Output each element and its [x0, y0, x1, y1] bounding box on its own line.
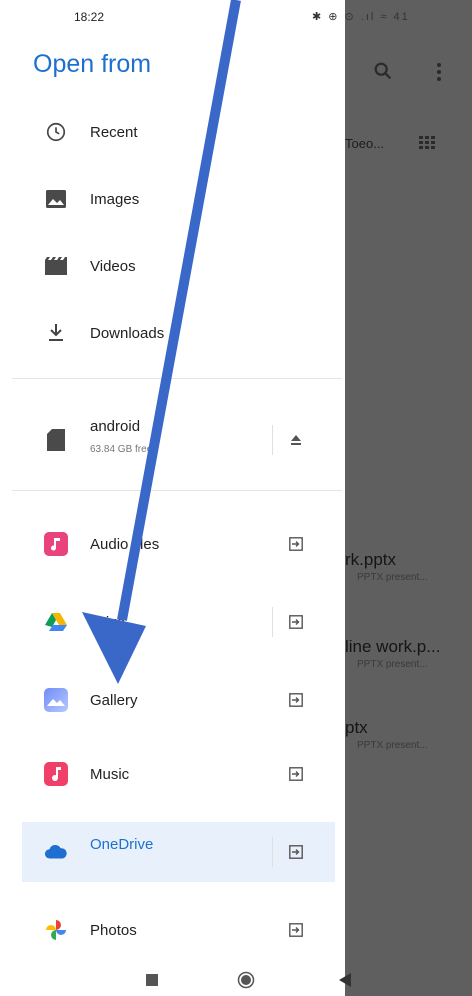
file-name: line work.p...	[345, 637, 441, 656]
file-type: PPTX present...	[357, 659, 428, 670]
file-item[interactable]: rk.pptx PPTX present...	[345, 550, 472, 583]
drawer-title: Open from	[33, 50, 152, 78]
open-app-icon[interactable]	[284, 610, 308, 634]
file-type: PPTX present...	[357, 740, 428, 751]
drawer-item-drive[interactable]: Drive	[22, 594, 335, 650]
open-app-icon[interactable]	[284, 532, 308, 556]
file-item[interactable]: line work.p... PPTX present...	[345, 637, 472, 670]
drawer-item-label: OneDrive	[90, 836, 154, 853]
recents-button[interactable]	[142, 970, 162, 990]
open-app-icon[interactable]	[284, 762, 308, 786]
open-app-icon[interactable]	[284, 918, 308, 942]
drawer-item-downloads[interactable]: Downloads	[22, 305, 335, 361]
photos-icon	[44, 918, 68, 942]
drawer-item-android-storage[interactable]: android 63.84 GB free	[22, 408, 335, 472]
navigation-bar	[0, 964, 345, 996]
status-icons: ✱ ⊕ ⊙ .ıl ≈ 41	[312, 11, 410, 23]
grid-view-icon[interactable]	[419, 136, 435, 150]
storage-free-label: 63.84 GB free	[90, 444, 153, 455]
separator	[272, 425, 273, 455]
download-icon	[44, 321, 68, 345]
onedrive-icon	[44, 840, 68, 864]
drawer-item-label: android	[90, 418, 141, 435]
drawer-item-photos[interactable]: Photos	[22, 902, 335, 958]
clock-icon	[44, 120, 68, 144]
separator	[272, 837, 273, 867]
drawer-item-label: Drive	[90, 613, 126, 631]
open-from-drawer: 18:22 Open from Recent Images Videos Dow…	[0, 0, 345, 964]
drawer-item-label: Music	[90, 765, 130, 783]
drawer-item-music[interactable]: Music	[22, 746, 335, 802]
status-time: 18:22	[74, 10, 105, 24]
drive-icon	[44, 610, 68, 634]
video-icon	[44, 254, 68, 278]
drawer-item-label: Images	[90, 190, 140, 208]
drawer-divider	[12, 490, 342, 491]
drawer-item-label: Photos	[90, 921, 137, 939]
file-item[interactable]: ptx PPTX present...	[345, 718, 472, 751]
file-name: ptx	[345, 718, 368, 737]
drawer-item-audio-files[interactable]: Audio files	[22, 516, 335, 572]
drawer-item-label: Videos	[90, 257, 136, 275]
file-type: PPTX present...	[357, 572, 428, 583]
eject-icon[interactable]	[284, 428, 308, 452]
open-app-icon[interactable]	[284, 688, 308, 712]
home-button[interactable]	[236, 970, 256, 990]
music-icon	[44, 762, 68, 786]
drawer-item-images[interactable]: Images	[22, 171, 335, 227]
image-icon	[44, 187, 68, 211]
sort-label[interactable]: Toeo...	[345, 136, 384, 151]
nav-bar-dimmed	[339, 964, 472, 996]
gallery-icon	[44, 688, 68, 712]
separator	[272, 607, 273, 637]
drawer-item-label: Audio files	[90, 535, 160, 553]
back-button[interactable]	[335, 970, 355, 990]
search-icon[interactable]	[372, 60, 394, 82]
drawer-divider	[12, 378, 342, 379]
drawer-item-onedrive[interactable]: OneDrive	[22, 822, 335, 882]
drawer-item-videos[interactable]: Videos	[22, 238, 335, 294]
drawer-item-gallery[interactable]: Gallery	[22, 672, 335, 728]
sd-card-icon	[44, 428, 68, 452]
drawer-item-label: Recent	[90, 123, 138, 141]
open-app-icon[interactable]	[284, 840, 308, 864]
drawer-item-recent[interactable]: Recent	[22, 104, 335, 160]
more-options-icon[interactable]	[434, 60, 444, 84]
audio-files-icon	[44, 532, 68, 556]
file-name: rk.pptx	[345, 550, 397, 569]
drawer-item-label: Downloads	[90, 324, 165, 342]
drawer-item-label: Gallery	[90, 691, 138, 709]
